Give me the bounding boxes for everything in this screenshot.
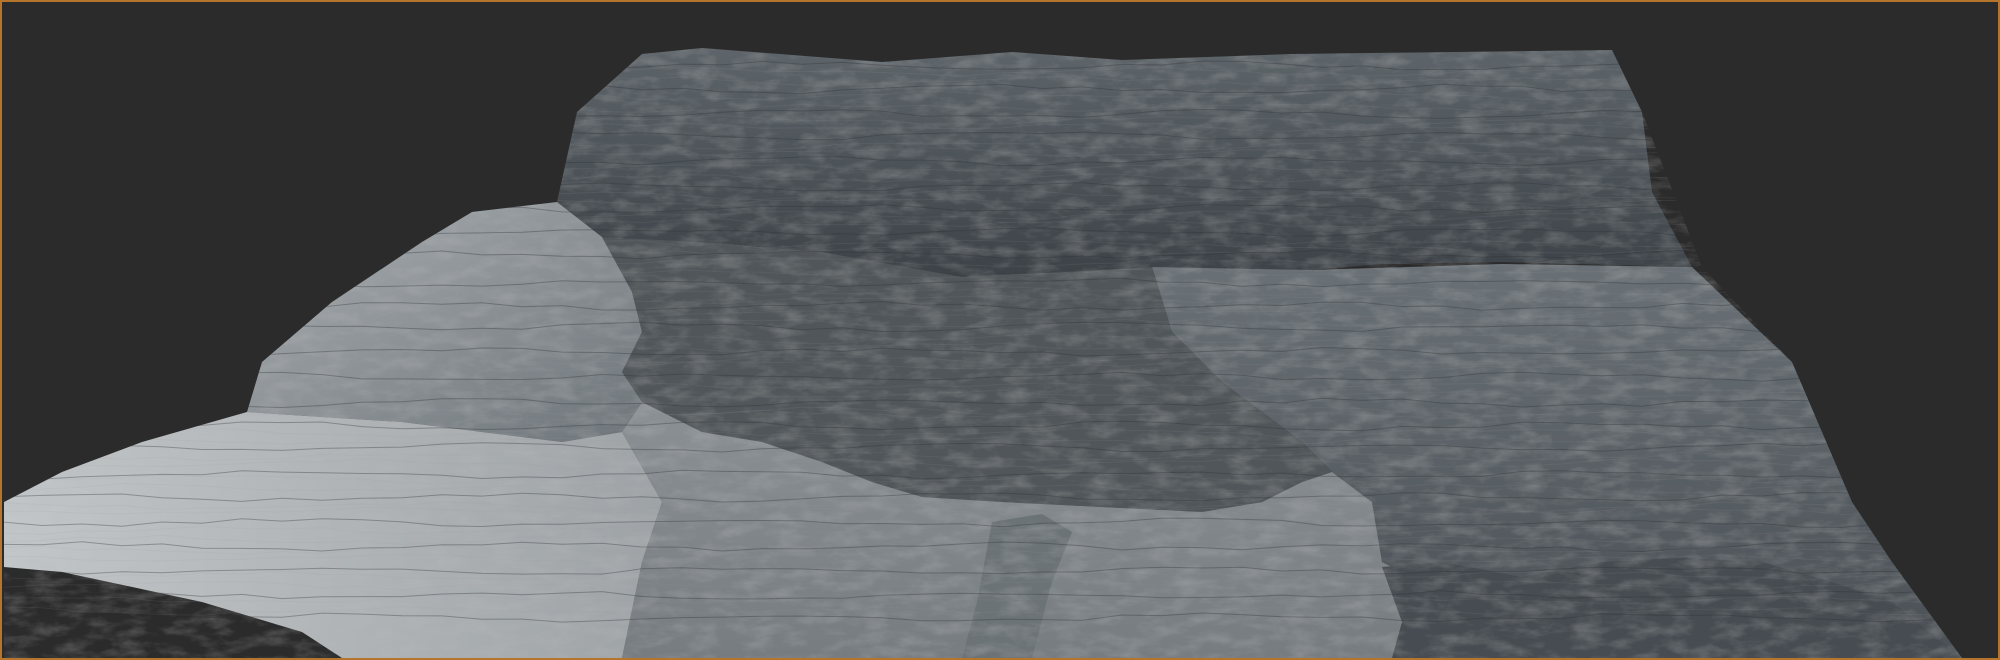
terrain-render [4,48,1962,658]
render-viewport[interactable] [0,0,2000,660]
rock-texture [4,48,1962,658]
